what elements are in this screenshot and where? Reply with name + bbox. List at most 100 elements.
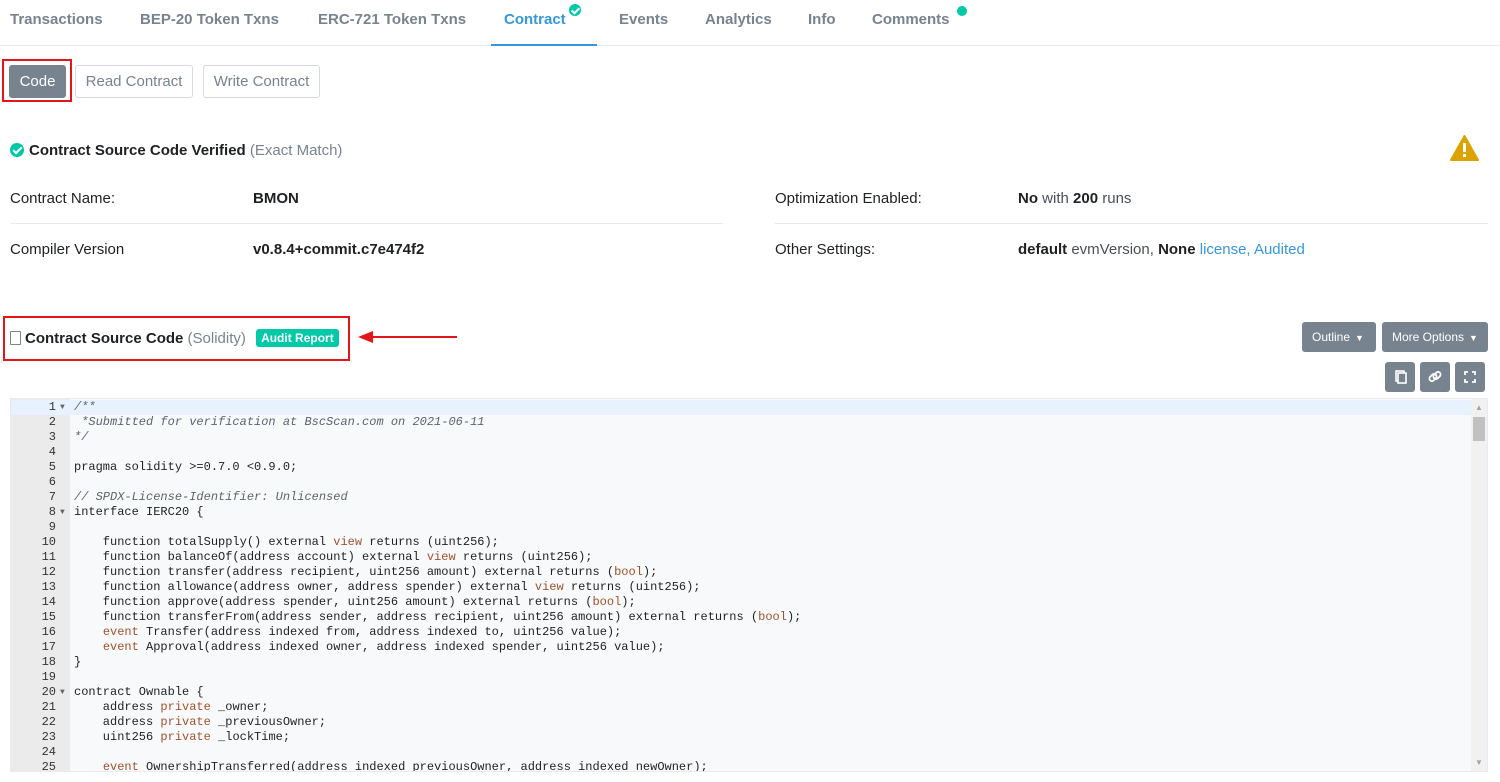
code-line: 18} — [11, 655, 1472, 670]
other-settings-label: Other Settings: — [775, 241, 876, 258]
code-text: */ — [74, 430, 89, 444]
code-line: 7 // SPDX-License-Identifier: Unlicensed — [11, 490, 1472, 505]
optimization-value: No with 200 runs — [1018, 190, 1131, 207]
scroll-down-icon[interactable]: ▼ — [1475, 758, 1483, 767]
code-line: 3 */ — [11, 430, 1472, 445]
code-text: address private _previousOwner; — [74, 715, 327, 729]
write-contract-button[interactable]: Write Contract — [203, 65, 320, 98]
line-number: 6 — [48, 475, 56, 489]
code-line: 11 function balanceOf(address account) e… — [11, 550, 1472, 565]
tab-bep20-token-txns[interactable]: BEP-20 Token Txns — [140, 0, 279, 46]
code-keyword: private — [160, 730, 211, 744]
read-contract-button[interactable]: Read Contract — [75, 65, 193, 98]
code-text: contract Ownable { — [74, 685, 204, 699]
fold-toggle-icon[interactable]: ▼ — [60, 685, 65, 700]
tab-info[interactable]: Info — [808, 0, 836, 46]
audit-report-badge[interactable]: Audit Report — [256, 329, 339, 347]
fold-toggle-icon[interactable]: ▼ — [60, 400, 65, 415]
divider — [10, 223, 723, 224]
optimization-label: Optimization Enabled: — [775, 190, 922, 207]
code-line: 1 ▼ /** — [11, 400, 1472, 415]
optimization-with: with — [1042, 190, 1069, 207]
line-number: 23 — [41, 730, 56, 744]
code-keyword: bool — [758, 610, 787, 624]
line-number: 20 — [41, 685, 56, 699]
line-number: 19 — [41, 670, 56, 684]
contract-name: BMON — [253, 190, 299, 207]
optimization-runs-suffix: runs — [1102, 190, 1132, 207]
code-line: 10 function totalSupply() external view … — [11, 535, 1472, 550]
warning-icon[interactable] — [1450, 135, 1479, 161]
line-number: 21 — [41, 700, 56, 714]
line-number: 17 — [41, 640, 56, 654]
code-line: 16 event Transfer(address indexed from, … — [11, 625, 1472, 640]
line-number: 4 — [48, 445, 56, 459]
fold-toggle-icon[interactable]: ▼ — [60, 505, 65, 520]
source-title: Contract Source Code — [25, 330, 184, 347]
copy-button[interactable] — [1385, 362, 1415, 392]
tab-contract[interactable]: Contract — [491, 0, 597, 46]
tab-erc721-token-txns[interactable]: ERC-721 Token Txns — [318, 0, 466, 46]
code-editor[interactable]: 1 ▼/** 2 *Submitted for verification at Bs… — [10, 398, 1488, 772]
outline-button[interactable]: Outline ▼ — [1302, 322, 1376, 352]
chevron-down-icon: ▼ — [1469, 333, 1478, 343]
compiler-version-label: Compiler Version — [10, 241, 125, 258]
code-button[interactable]: Code — [9, 65, 66, 98]
editor-scrollbar[interactable]: ▲ ▼ — [1471, 399, 1487, 771]
tab-transactions[interactable]: Transactions — [10, 0, 103, 46]
scroll-up-icon[interactable]: ▲ — [1475, 403, 1483, 412]
line-number: 13 — [41, 580, 56, 594]
code-line: 12 function transfer(address recipient, … — [11, 565, 1472, 580]
compiler-version: v0.8.4+commit.c7e474f2 — [253, 241, 425, 258]
tab-comments[interactable]: Comments — [872, 0, 967, 46]
code-text: pragma solidity >=0.7.0 <0.9.0; — [74, 460, 298, 474]
code-text: event OwnershipTransferred(address index… — [102, 760, 708, 772]
fullscreen-button[interactable] — [1455, 362, 1485, 392]
tab-comments-label: Comments — [872, 11, 950, 28]
chevron-down-icon: ▼ — [1355, 333, 1364, 343]
code-line: 22 address private _previousOwner; — [11, 715, 1472, 730]
code-text: function transfer(address recipient, uin… — [74, 565, 658, 579]
line-number: 15 — [41, 610, 56, 624]
license-link[interactable]: license, — [1200, 241, 1251, 258]
settings-default: default — [1018, 241, 1068, 258]
line-number: 1 — [48, 400, 56, 414]
code-keyword: view — [426, 550, 456, 564]
line-number: 5 — [48, 460, 56, 474]
verified-note: (Exact Match) — [249, 142, 343, 159]
copy-icon — [1395, 370, 1407, 384]
code-text: uint256 private _lockTime; — [74, 730, 291, 744]
check-circle-icon — [10, 143, 24, 157]
expand-icon — [1464, 371, 1476, 383]
tab-analytics[interactable]: Analytics — [705, 0, 772, 46]
tab-events[interactable]: Events — [619, 0, 668, 46]
code-line: 9 — [11, 520, 1472, 535]
line-number: 14 — [41, 595, 56, 609]
line-number: 18 — [41, 655, 56, 669]
line-number: 3 — [48, 430, 56, 444]
line-number: 12 — [41, 565, 56, 579]
line-number: 10 — [41, 535, 56, 549]
line-number: 11 — [41, 550, 56, 564]
code-line: 2 *Submitted for verification at BscScan… — [11, 415, 1472, 430]
link-button[interactable] — [1420, 362, 1450, 392]
code-line: 19 — [11, 670, 1472, 685]
code-line: 24 — [11, 745, 1472, 760]
code-line: 20 ▼ contract Ownable { — [11, 685, 1472, 700]
link-icon — [1428, 371, 1442, 382]
contract-name-label: Contract Name: — [10, 190, 116, 207]
code-line: 15 function transferFrom(address sender,… — [11, 610, 1472, 625]
code-line: 17 event Approval(address indexed owner,… — [11, 640, 1472, 655]
scrollbar-thumb[interactable] — [1473, 417, 1485, 441]
audited-link[interactable]: Audited — [1254, 241, 1305, 258]
code-text: address private _owner; — [74, 700, 269, 714]
contract-name-value: BMON — [253, 190, 299, 207]
settings-evm: evmVersion, — [1071, 241, 1154, 258]
more-options-button[interactable]: More Options ▼ — [1382, 322, 1488, 352]
settings-none: None — [1158, 241, 1196, 258]
verified-title: Contract Source Code Verified — [29, 142, 246, 159]
code-keyword: bool — [592, 595, 622, 609]
code-text: function transferFrom(address sender, ad… — [74, 610, 802, 624]
code-text: function totalSupply() external view ret… — [74, 535, 499, 549]
source-language: (Solidity) — [187, 330, 246, 347]
